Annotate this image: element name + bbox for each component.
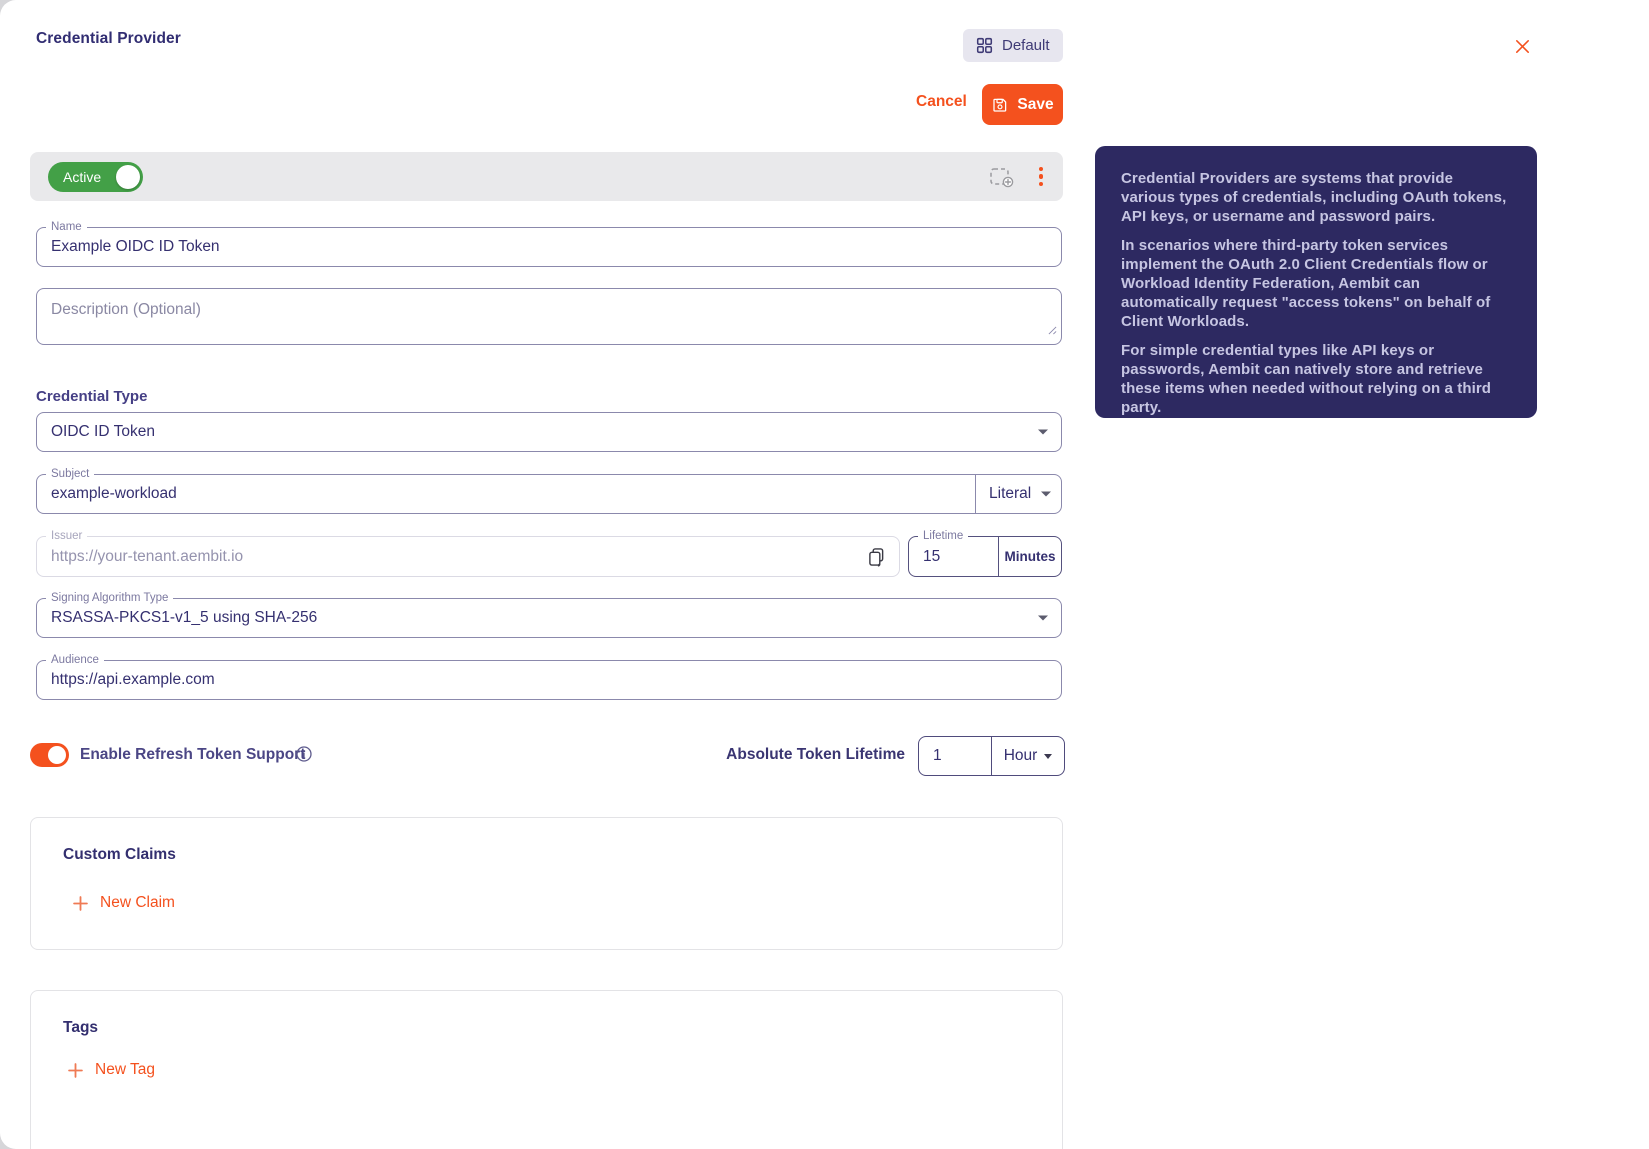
name-input[interactable] — [37, 228, 1061, 266]
info-panel: Credential Providers are systems that pr… — [1095, 146, 1537, 418]
grid-icon — [976, 37, 993, 54]
audience-input[interactable] — [37, 661, 1061, 699]
lifetime-unit: Minutes — [999, 537, 1061, 576]
tags-title: Tags — [63, 1019, 98, 1037]
info-paragraph: For simple credential types like API key… — [1121, 341, 1511, 417]
page-title: Credential Provider — [36, 30, 181, 48]
chevron-down-icon — [1044, 754, 1052, 759]
close-button[interactable] — [1508, 32, 1536, 60]
subject-type-select[interactable]: Literal — [975, 474, 1062, 514]
absolute-token-lifetime-unit[interactable]: Hour — [992, 737, 1064, 775]
new-tag-button[interactable]: New Tag — [68, 1061, 155, 1079]
lifetime-field: Lifetime 15 Minutes — [908, 536, 1062, 577]
custom-claims-card: Custom Claims New Claim — [30, 817, 1063, 950]
audience-field: Audience — [36, 660, 1062, 700]
credential-type-value: OIDC ID Token — [37, 413, 1061, 451]
status-bar: Active — [30, 152, 1063, 201]
close-icon — [1513, 37, 1532, 56]
save-icon — [991, 96, 1009, 114]
absolute-token-lifetime-value[interactable]: 1 — [919, 737, 991, 775]
toggle-knob — [116, 165, 140, 189]
credential-type-label: Credential Type — [36, 388, 147, 405]
duplicate-button[interactable] — [987, 164, 1017, 190]
info-button[interactable] — [296, 746, 312, 762]
description-field — [36, 288, 1062, 345]
active-toggle-label: Active — [48, 169, 101, 185]
info-paragraph: In scenarios where third-party token ser… — [1121, 236, 1511, 331]
audience-field-label: Audience — [46, 653, 104, 667]
new-tag-label: New Tag — [95, 1061, 155, 1079]
refresh-token-label: Enable Refresh Token Support — [80, 746, 305, 764]
lifetime-field-label: Lifetime — [918, 529, 968, 543]
subject-field: Subject — [36, 474, 976, 514]
save-button-label: Save — [1017, 96, 1053, 114]
issuer-input — [37, 537, 899, 576]
credential-provider-dialog: Credential Provider Default Cancel — [0, 0, 1649, 1149]
save-button[interactable]: Save — [982, 84, 1063, 125]
default-button-label: Default — [1002, 37, 1050, 54]
copy-icon — [868, 547, 885, 566]
duplicate-add-icon — [989, 166, 1015, 188]
new-claim-button[interactable]: New Claim — [73, 894, 175, 912]
more-options-button[interactable] — [1037, 165, 1046, 189]
issuer-field-label: Issuer — [46, 529, 87, 543]
copy-button[interactable] — [868, 547, 885, 566]
name-field-label: Name — [46, 220, 87, 234]
chevron-down-icon — [1038, 430, 1048, 435]
chevron-down-icon — [1038, 616, 1048, 621]
tags-card: Tags New Tag — [30, 990, 1063, 1149]
unit-value: Hour — [1004, 747, 1038, 765]
credential-type-select[interactable]: OIDC ID Token — [36, 412, 1062, 452]
signing-algorithm-select[interactable]: Signing Algorithm Type RSASSA-PKCS1-v1_5… — [36, 598, 1062, 638]
chevron-down-icon — [1041, 492, 1051, 497]
kebab-menu-icon — [1039, 167, 1044, 187]
default-view-button[interactable]: Default — [963, 29, 1063, 62]
plus-icon — [73, 896, 88, 911]
new-claim-label: New Claim — [100, 894, 175, 912]
description-input[interactable] — [37, 289, 1061, 344]
custom-claims-title: Custom Claims — [63, 846, 176, 864]
toggle-knob — [48, 746, 66, 764]
name-field: Name — [36, 227, 1062, 267]
refresh-token-toggle[interactable] — [30, 743, 69, 767]
signing-algorithm-value: RSASSA-PKCS1-v1_5 using SHA-256 — [37, 599, 1061, 637]
absolute-token-lifetime-label: Absolute Token Lifetime — [700, 746, 905, 764]
signing-algorithm-label: Signing Algorithm Type — [46, 591, 173, 605]
subject-input[interactable] — [37, 475, 976, 513]
info-paragraph: Credential Providers are systems that pr… — [1121, 169, 1511, 226]
info-icon — [296, 746, 312, 762]
plus-icon — [68, 1063, 83, 1078]
issuer-field: Issuer — [36, 536, 900, 577]
active-toggle[interactable]: Active — [48, 162, 143, 192]
absolute-token-lifetime-field: 1 Hour — [918, 736, 1065, 776]
cancel-button[interactable]: Cancel — [916, 93, 967, 111]
subject-field-label: Subject — [46, 467, 94, 481]
